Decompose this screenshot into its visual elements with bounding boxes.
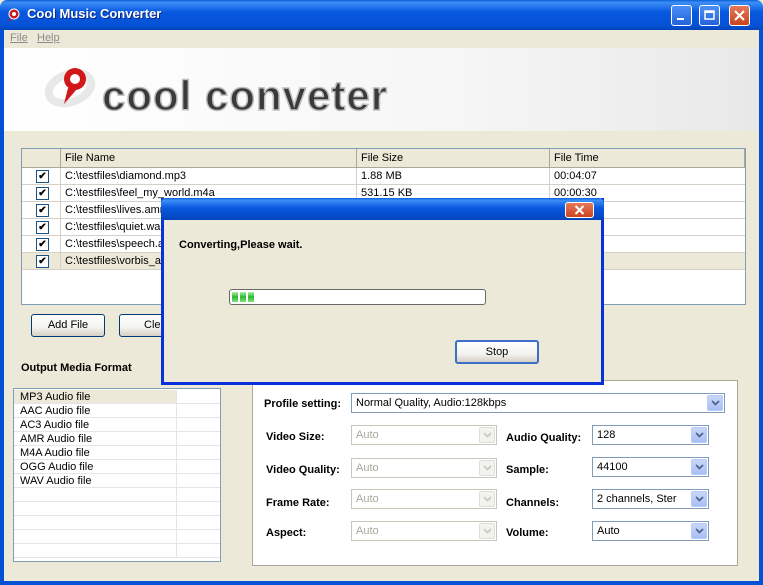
audio-quality-label: Audio Quality:	[506, 432, 582, 444]
chevron-down-icon[interactable]	[691, 523, 707, 539]
app-icon	[8, 8, 20, 22]
column-header-file-size[interactable]: File Size	[357, 149, 550, 168]
list-item[interactable]: MP3 Audio file	[14, 390, 220, 404]
volume-select[interactable]: Auto	[592, 521, 709, 541]
progress-segment	[232, 292, 238, 302]
frame-rate-select[interactable]: Auto	[351, 489, 497, 509]
conversion-progress-bar	[229, 289, 486, 305]
audio-quality-select[interactable]: 128	[592, 425, 709, 445]
row-checkbox[interactable]: ✔	[36, 170, 49, 183]
file-time-cell: 00:04:07	[554, 170, 597, 182]
dialog-message: Converting,Please wait.	[179, 239, 303, 251]
profile-setting-label: Profile setting:	[264, 398, 342, 410]
menu-bar: File Help	[4, 30, 759, 48]
video-quality-select[interactable]: Auto	[351, 458, 497, 478]
stop-button[interactable]: Stop	[455, 340, 539, 364]
banner: cool conveter	[4, 48, 759, 131]
channels-select[interactable]: 2 channels, Ster	[592, 489, 709, 509]
chevron-down-icon[interactable]	[691, 459, 707, 475]
progress-segment	[248, 292, 254, 302]
chevron-down-icon[interactable]	[479, 460, 495, 476]
chevron-down-icon[interactable]	[479, 491, 495, 507]
dialog-title-bar[interactable]	[161, 198, 604, 220]
empty-list-row	[14, 530, 220, 544]
row-checkbox[interactable]: ✔	[36, 255, 49, 268]
close-button[interactable]	[729, 5, 750, 26]
profile-setting-select[interactable]: Normal Quality, Audio:128kbps	[351, 393, 725, 413]
converting-dialog: Converting,Please wait. Stop	[161, 198, 604, 385]
volume-label: Volume:	[506, 527, 549, 539]
maximize-icon	[704, 10, 715, 20]
row-checkbox[interactable]: ✔	[36, 221, 49, 234]
progress-fill	[232, 292, 254, 302]
row-checkbox[interactable]: ✔	[36, 238, 49, 251]
video-size-select[interactable]: Auto	[351, 425, 497, 445]
aspect-select[interactable]: Auto	[351, 521, 497, 541]
channels-label: Channels:	[506, 497, 560, 509]
empty-list-row	[14, 502, 220, 516]
chevron-down-icon[interactable]	[691, 427, 707, 443]
column-header-file-name[interactable]: File Name	[61, 149, 357, 168]
list-item[interactable]: AAC Audio file	[14, 404, 220, 418]
list-item[interactable]: M4A Audio file	[14, 446, 220, 460]
list-item[interactable]: AC3 Audio file	[14, 418, 220, 432]
add-file-button[interactable]: Add File	[31, 314, 105, 337]
menu-help[interactable]: Help	[37, 32, 60, 44]
maximize-button[interactable]	[699, 5, 720, 26]
close-icon	[574, 205, 585, 215]
chevron-down-icon[interactable]	[479, 427, 495, 443]
row-checkbox[interactable]: ✔	[36, 204, 49, 217]
output-format-list[interactable]: MP3 Audio file AAC Audio file AC3 Audio …	[13, 388, 221, 562]
frame-rate-label: Frame Rate:	[266, 497, 330, 509]
chevron-down-icon[interactable]	[707, 395, 723, 411]
minimize-icon	[677, 18, 684, 20]
chevron-down-icon[interactable]	[479, 523, 495, 539]
sample-label: Sample:	[506, 464, 549, 476]
progress-segment	[240, 292, 246, 302]
row-checkbox[interactable]: ✔	[36, 187, 49, 200]
window-frame-right	[759, 30, 763, 585]
file-size-cell: 1.88 MB	[357, 168, 550, 185]
list-item[interactable]: WAV Audio file	[14, 474, 220, 488]
table-row[interactable]: ✔ C:\testfiles\diamond.mp3 1.88 MB 00:04…	[22, 168, 745, 185]
empty-list-row	[14, 544, 220, 558]
window-title: Cool Music Converter	[27, 6, 162, 21]
column-header-check[interactable]	[22, 149, 61, 168]
column-header-file-time[interactable]: File Time	[550, 149, 745, 168]
minimize-button[interactable]	[671, 5, 692, 26]
close-icon	[734, 10, 745, 21]
video-size-label: Video Size:	[266, 431, 325, 443]
video-quality-label: Video Quality:	[266, 464, 340, 476]
window-frame-bottom	[0, 581, 763, 585]
output-format-label: Output Media Format	[21, 362, 132, 374]
cool-converter-logo: cool conveter	[44, 68, 388, 120]
aspect-label: Aspect:	[266, 527, 307, 539]
logo-text: cool conveter	[102, 72, 388, 119]
list-item[interactable]: OGG Audio file	[14, 460, 220, 474]
chevron-down-icon[interactable]	[691, 491, 707, 507]
dialog-close-button[interactable]	[565, 202, 594, 218]
empty-list-row	[14, 488, 220, 502]
sample-select[interactable]: 44100	[592, 457, 709, 477]
title-bar[interactable]: Cool Music Converter	[0, 0, 763, 30]
file-name-cell: C:\testfiles\diamond.mp3	[61, 168, 357, 185]
list-item[interactable]: AMR Audio file	[14, 432, 220, 446]
empty-list-row	[14, 516, 220, 530]
menu-file[interactable]: File	[10, 32, 28, 44]
